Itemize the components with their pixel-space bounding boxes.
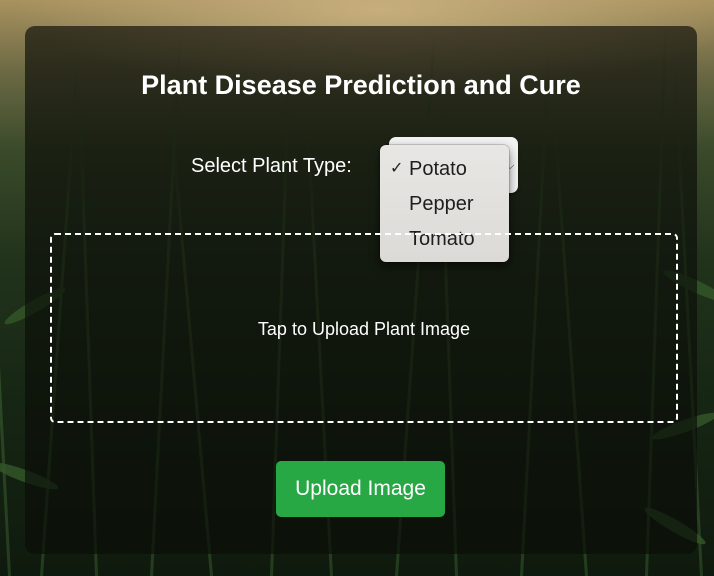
- dropdown-option-pepper[interactable]: Pepper: [380, 187, 509, 221]
- image-upload-dropzone[interactable]: Tap to Upload Plant Image: [50, 233, 678, 423]
- check-icon: ✓: [390, 160, 404, 177]
- upload-zone-label: Tap to Upload Plant Image: [257, 319, 471, 339]
- dropdown-option-potato[interactable]: ✓ Potato: [380, 152, 509, 186]
- page-title: Plant Disease Prediction and Cure: [141, 70, 581, 100]
- upload-image-button[interactable]: Upload Image: [276, 461, 445, 517]
- option-label: Potato: [409, 158, 467, 180]
- plant-type-label: Select Plant Type:: [191, 155, 352, 177]
- option-label: Pepper: [409, 193, 474, 215]
